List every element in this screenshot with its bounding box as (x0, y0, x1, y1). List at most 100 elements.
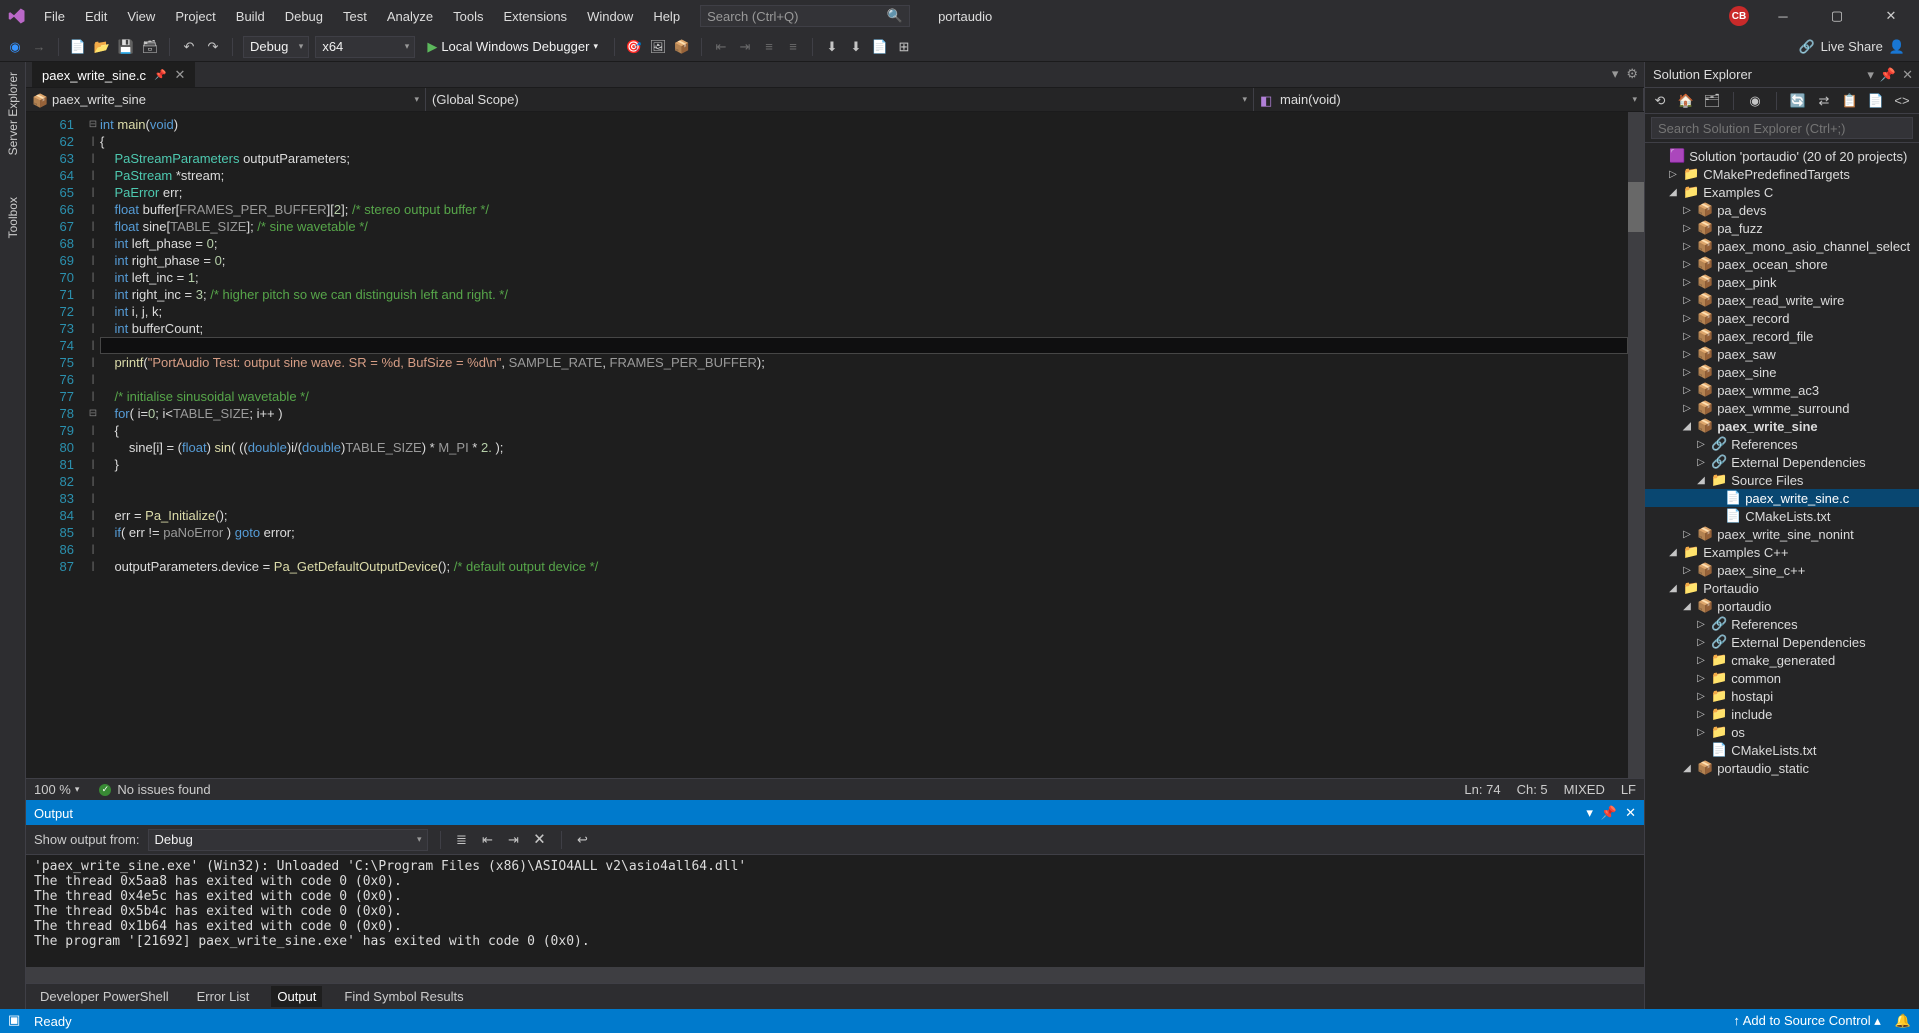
output-pin-icon[interactable]: 📌 (1601, 805, 1617, 821)
tree-item[interactable]: ▷📦paex_wmme_ac3 (1645, 381, 1919, 399)
tree-item[interactable]: ▷🔗External Dependencies (1645, 453, 1919, 471)
sol-home-icon[interactable]: ⟲ (1651, 92, 1669, 110)
sol-sync-icon[interactable]: 🔄 (1789, 92, 1807, 110)
menu-test[interactable]: Test (335, 5, 375, 28)
menu-edit[interactable]: Edit (77, 5, 115, 28)
menu-project[interactable]: Project (167, 5, 223, 28)
tree-item[interactable]: ▷📁cmake_generated (1645, 651, 1919, 669)
tree-item[interactable]: ▷🔗References (1645, 615, 1919, 633)
output-tb-icon-1[interactable]: ≣ (453, 831, 471, 849)
tb-icon-3[interactable]: 📦 (673, 38, 691, 56)
tree-item[interactable]: ▷📦paex_record_file (1645, 327, 1919, 345)
tree-item[interactable]: ▷🔗External Dependencies (1645, 633, 1919, 651)
tree-item[interactable]: ▷📦paex_sine (1645, 363, 1919, 381)
solution-search-input[interactable] (1651, 117, 1913, 139)
tb-icon-10[interactable]: 📄 (871, 38, 889, 56)
back-icon[interactable]: ◉ (6, 38, 24, 56)
tree-item[interactable]: ◢📦paex_write_sine (1645, 417, 1919, 435)
user-avatar[interactable]: CB (1729, 6, 1749, 26)
sol-tb-2[interactable]: 🏠 (1677, 92, 1695, 110)
start-debugging-button[interactable]: ▶ Local Windows Debugger ▾ (421, 36, 604, 58)
tb-icon-6[interactable]: ≡ (760, 38, 778, 56)
close-tab-icon[interactable]: ✕ (175, 67, 186, 83)
bottom-tab-output[interactable]: Output (271, 986, 322, 1007)
live-share-button[interactable]: Live Share (1821, 39, 1883, 54)
tree-item[interactable]: ▷📦paex_read_write_wire (1645, 291, 1919, 309)
tree-item[interactable]: ▷📁include (1645, 705, 1919, 723)
undo-icon[interactable]: ↶ (180, 38, 198, 56)
bottom-tab-error-list[interactable]: Error List (191, 986, 256, 1007)
output-source-combo[interactable]: Debug (148, 829, 428, 851)
tree-item[interactable]: ▷📦paex_mono_asio_channel_select (1645, 237, 1919, 255)
add-to-source-control[interactable]: ↑ Add to Source Control ▴ (1733, 1013, 1880, 1029)
tabs-settings-icon[interactable]: ⚙ (1626, 66, 1638, 82)
save-all-icon[interactable]: 🗃 (141, 38, 159, 56)
editor-scrollbar[interactable] (1628, 112, 1644, 778)
tree-item[interactable]: ▷📦paex_pink (1645, 273, 1919, 291)
forward-icon[interactable]: → (30, 38, 48, 56)
tree-item[interactable]: ▷📦paex_sine_c++ (1645, 561, 1919, 579)
menu-debug[interactable]: Debug (277, 5, 331, 28)
tree-item[interactable]: ▷📁hostapi (1645, 687, 1919, 705)
nav-scope-combo[interactable]: (Global Scope) (426, 88, 1254, 111)
tree-item[interactable]: ▷📦paex_ocean_shore (1645, 255, 1919, 273)
output-horizontal-scrollbar[interactable] (26, 967, 1644, 983)
sol-tb-3[interactable]: 🗂 (1703, 92, 1721, 110)
issues-status[interactable]: No issues found (117, 782, 210, 797)
tree-item[interactable]: ◢📦portaudio (1645, 597, 1919, 615)
tree-item[interactable]: ▷📦paex_record (1645, 309, 1919, 327)
tb-icon-1[interactable]: 🎯 (625, 38, 643, 56)
server-explorer-tab[interactable]: Server Explorer (4, 66, 22, 161)
menu-view[interactable]: View (119, 5, 163, 28)
maximize-button[interactable]: ▢ (1817, 2, 1857, 30)
output-text[interactable]: 'paex_write_sine.exe' (Win32): Unloaded … (26, 855, 1644, 967)
output-dropdown-icon[interactable]: ▾ (1586, 805, 1593, 821)
status-icon[interactable]: ▣ (8, 1012, 26, 1030)
nav-function-combo[interactable]: ◧ main(void) (1254, 88, 1644, 111)
sol-tb-7[interactable]: 📋 (1841, 92, 1859, 110)
sol-dropdown-icon[interactable]: ▾ (1867, 67, 1874, 83)
tabs-dropdown-icon[interactable]: ▾ (1612, 66, 1619, 82)
tb-icon-11[interactable]: ⊞ (895, 38, 913, 56)
output-wrap-icon[interactable]: ↩ (574, 831, 592, 849)
tb-icon-9[interactable]: ⬇ (847, 38, 865, 56)
new-project-icon[interactable]: 📄 (69, 38, 87, 56)
live-share-profile-icon[interactable]: 👤 (1889, 39, 1905, 55)
tb-icon-7[interactable]: ≡ (784, 38, 802, 56)
sol-properties-icon[interactable]: <> (1893, 92, 1911, 110)
tree-item[interactable]: ▷📦paex_saw (1645, 345, 1919, 363)
tree-item[interactable]: ◢📁Portaudio (1645, 579, 1919, 597)
tree-item[interactable]: ▷📦pa_fuzz (1645, 219, 1919, 237)
tree-item[interactable]: ◢📁Examples C++ (1645, 543, 1919, 561)
tree-item[interactable]: ▷📦paex_wmme_surround (1645, 399, 1919, 417)
menu-file[interactable]: File (36, 5, 73, 28)
tree-item[interactable]: ◢📦portaudio_static (1645, 759, 1919, 777)
sol-tb-8[interactable]: 📄 (1867, 92, 1885, 110)
tb-icon-4[interactable]: ⇤ (712, 38, 730, 56)
toolbox-tab[interactable]: Toolbox (4, 191, 22, 244)
solution-platform-combo[interactable]: x64 (315, 36, 415, 58)
menu-help[interactable]: Help (645, 5, 688, 28)
code-folding-margin[interactable]: ⊟||||||||||||||||⊟||||||||| (86, 112, 100, 778)
tb-icon-2[interactable]: 🖼 (649, 38, 667, 56)
tree-item[interactable]: ◢📁Source Files (1645, 471, 1919, 489)
code-editor[interactable]: 6162636465666768697071727374757677787980… (26, 112, 1644, 778)
close-button[interactable]: ✕ (1871, 2, 1911, 30)
output-close-icon[interactable]: ✕ (1625, 805, 1636, 821)
menu-tools[interactable]: Tools (445, 5, 491, 28)
menu-window[interactable]: Window (579, 5, 641, 28)
output-tb-icon-2[interactable]: ⇤ (479, 831, 497, 849)
output-header[interactable]: Output ▾ 📌 ✕ (26, 801, 1644, 825)
tb-icon-8[interactable]: ⬇ (823, 38, 841, 56)
nav-project-combo[interactable]: 📦 paex_write_sine (26, 88, 426, 111)
bottom-tab-find-symbol-results[interactable]: Find Symbol Results (338, 986, 469, 1007)
output-tb-icon-3[interactable]: ⇥ (505, 831, 523, 849)
save-icon[interactable]: 💾 (117, 38, 135, 56)
bottom-tab-developer-powershell[interactable]: Developer PowerShell (34, 986, 175, 1007)
solution-tree[interactable]: 🟪Solution 'portaudio' (20 of 20 projects… (1645, 143, 1919, 1009)
redo-icon[interactable]: ↷ (204, 38, 222, 56)
sol-tb-6[interactable]: ⇄ (1815, 92, 1833, 110)
zoom-level[interactable]: 100 % (34, 782, 71, 797)
output-clear-icon[interactable]: 🗙 (531, 831, 549, 849)
sol-close-icon[interactable]: ✕ (1902, 67, 1913, 83)
